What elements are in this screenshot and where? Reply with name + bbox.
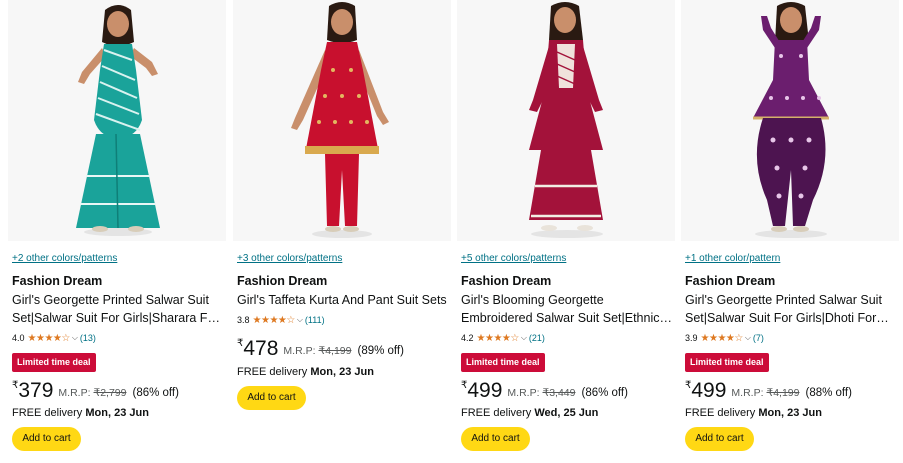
price: 478: [243, 337, 279, 360]
girl-in-maroon-suit-illustration: [457, 0, 675, 241]
rating-row[interactable]: 4.0 ★★★★☆ ⌵ (13): [12, 332, 96, 344]
chevron-down-icon[interactable]: ⌵: [745, 333, 751, 343]
rating-value: 4.0: [12, 333, 25, 343]
delivery-date: Wed, 25 Jun: [534, 407, 599, 419]
product-title-link[interactable]: Girl's Taffeta Kurta And Pant Suit Sets: [237, 291, 449, 309]
product-card: +2 other colors/patterns Fashion Dream G…: [8, 0, 226, 463]
rating-value: 3.9: [685, 333, 698, 343]
price-row[interactable]: ₹ 499 M.R.P: ₹4,199 (88% off): [685, 378, 852, 402]
girl-in-purple-dhoti-suit-illustration: [681, 0, 899, 241]
discount: (86% off): [132, 387, 179, 399]
chevron-down-icon[interactable]: ⌵: [297, 315, 303, 325]
product-title-link[interactable]: Girl's Blooming Georgette Embroidered Sa…: [461, 291, 673, 327]
other-colors-link[interactable]: +2 other colors/patterns: [12, 253, 117, 264]
mrp-label: M.R.P:: [731, 387, 764, 399]
chevron-down-icon[interactable]: ⌵: [521, 333, 527, 343]
delivery-info: FREE delivery Mon, 23 Jun: [237, 366, 374, 378]
product-card: +1 other color/pattern Fashion Dream Gir…: [681, 0, 899, 463]
review-count[interactable]: (7): [753, 333, 764, 343]
mrp-label: M.R.P:: [58, 387, 91, 399]
product-title-link[interactable]: Girl's Georgette Printed Salwar Suit Set…: [12, 291, 224, 327]
price-row[interactable]: ₹ 499 M.R.P: ₹3,449 (86% off): [461, 378, 628, 402]
other-colors-link[interactable]: +1 other color/pattern: [685, 253, 780, 264]
add-to-cart-button[interactable]: Add to cart: [461, 427, 530, 451]
rating-value: 3.8: [237, 315, 250, 325]
product-title-line: Girl's Georgette Printed Salwar Suit: [12, 293, 209, 307]
delivery-label: FREE delivery: [237, 366, 308, 378]
delivery-date: Mon, 23 Jun: [310, 366, 374, 378]
product-title-line: Girl's Taffeta Kurta And Pant Suit Sets: [237, 293, 447, 307]
discount: (89% off): [357, 345, 404, 357]
girl-in-red-kurta-illustration: [233, 0, 451, 241]
review-count[interactable]: (111): [305, 315, 325, 325]
product-image[interactable]: [233, 0, 451, 241]
other-colors-link[interactable]: +3 other colors/patterns: [237, 253, 342, 264]
product-image[interactable]: [8, 0, 226, 241]
rating-row[interactable]: 3.8 ★★★★☆ ⌵ (111): [237, 314, 325, 326]
review-count[interactable]: (13): [80, 333, 96, 343]
brand-name: Fashion Dream: [461, 274, 552, 288]
brand-name: Fashion Dream: [237, 274, 328, 288]
discount: (86% off): [581, 387, 628, 399]
delivery-info: FREE delivery Mon, 23 Jun: [12, 407, 149, 419]
add-to-cart-button[interactable]: Add to cart: [685, 427, 754, 451]
rating-row[interactable]: 4.2 ★★★★☆ ⌵ (21): [461, 332, 545, 344]
price: 499: [691, 379, 727, 402]
product-image[interactable]: [457, 0, 675, 241]
price-row[interactable]: ₹ 478 M.R.P: ₹4,199 (89% off): [237, 336, 404, 360]
deal-badge: Limited time deal: [685, 353, 769, 372]
star-rating-icon: ★★★★☆: [476, 332, 520, 344]
delivery-date: Mon, 23 Jun: [758, 407, 822, 419]
price-row[interactable]: ₹ 379 M.R.P: ₹2,799 (86% off): [12, 378, 179, 402]
add-to-cart-button[interactable]: Add to cart: [12, 427, 81, 451]
delivery-label: FREE delivery: [461, 407, 532, 419]
product-grid: +2 other colors/patterns Fashion Dream G…: [0, 0, 903, 463]
product-title-line: Set|Salwar Suit For Girls|Dhoti For…: [685, 311, 889, 325]
mrp-value: ₹4,199: [318, 345, 352, 357]
product-title-line: Girl's Blooming Georgette: [461, 293, 604, 307]
product-title-line: Set|Salwar Suit For Girls|Sharara For…: [12, 311, 224, 325]
product-title-line: Girl's Georgette Printed Salwar Suit: [685, 293, 882, 307]
product-image[interactable]: [681, 0, 899, 241]
deal-badge: Limited time deal: [461, 353, 545, 372]
delivery-label: FREE delivery: [685, 407, 756, 419]
mrp-value: ₹2,799: [93, 387, 127, 399]
star-rating-icon: ★★★★☆: [27, 332, 71, 344]
mrp-value: ₹3,449: [542, 387, 576, 399]
product-card: +5 other colors/patterns Fashion Dream G…: [457, 0, 675, 463]
brand-name: Fashion Dream: [685, 274, 776, 288]
star-rating-icon: ★★★★☆: [252, 314, 296, 326]
deal-badge: Limited time deal: [12, 353, 96, 372]
delivery-date: Mon, 23 Jun: [85, 407, 149, 419]
girl-in-teal-sharara-illustration: [8, 0, 226, 241]
price: 379: [18, 379, 54, 402]
delivery-label: FREE delivery: [12, 407, 83, 419]
mrp-label: M.R.P:: [283, 345, 316, 357]
add-to-cart-button[interactable]: Add to cart: [237, 386, 306, 410]
brand-name: Fashion Dream: [12, 274, 103, 288]
delivery-info: FREE delivery Mon, 23 Jun: [685, 407, 822, 419]
other-colors-link[interactable]: +5 other colors/patterns: [461, 253, 566, 264]
mrp-label: M.R.P:: [507, 387, 540, 399]
star-rating-icon: ★★★★☆: [700, 332, 744, 344]
product-card: +3 other colors/patterns Fashion Dream G…: [233, 0, 451, 463]
discount: (88% off): [805, 387, 852, 399]
delivery-info: FREE delivery Wed, 25 Jun: [461, 407, 598, 419]
product-title-line: Embroidered Salwar Suit Set|Ethnic…: [461, 311, 672, 325]
price: 499: [467, 379, 503, 402]
review-count[interactable]: (21): [529, 333, 545, 343]
mrp-value: ₹4,199: [766, 387, 800, 399]
chevron-down-icon[interactable]: ⌵: [72, 333, 78, 343]
product-title-link[interactable]: Girl's Georgette Printed Salwar Suit Set…: [685, 291, 897, 327]
rating-row[interactable]: 3.9 ★★★★☆ ⌵ (7): [685, 332, 764, 344]
rating-value: 4.2: [461, 333, 474, 343]
